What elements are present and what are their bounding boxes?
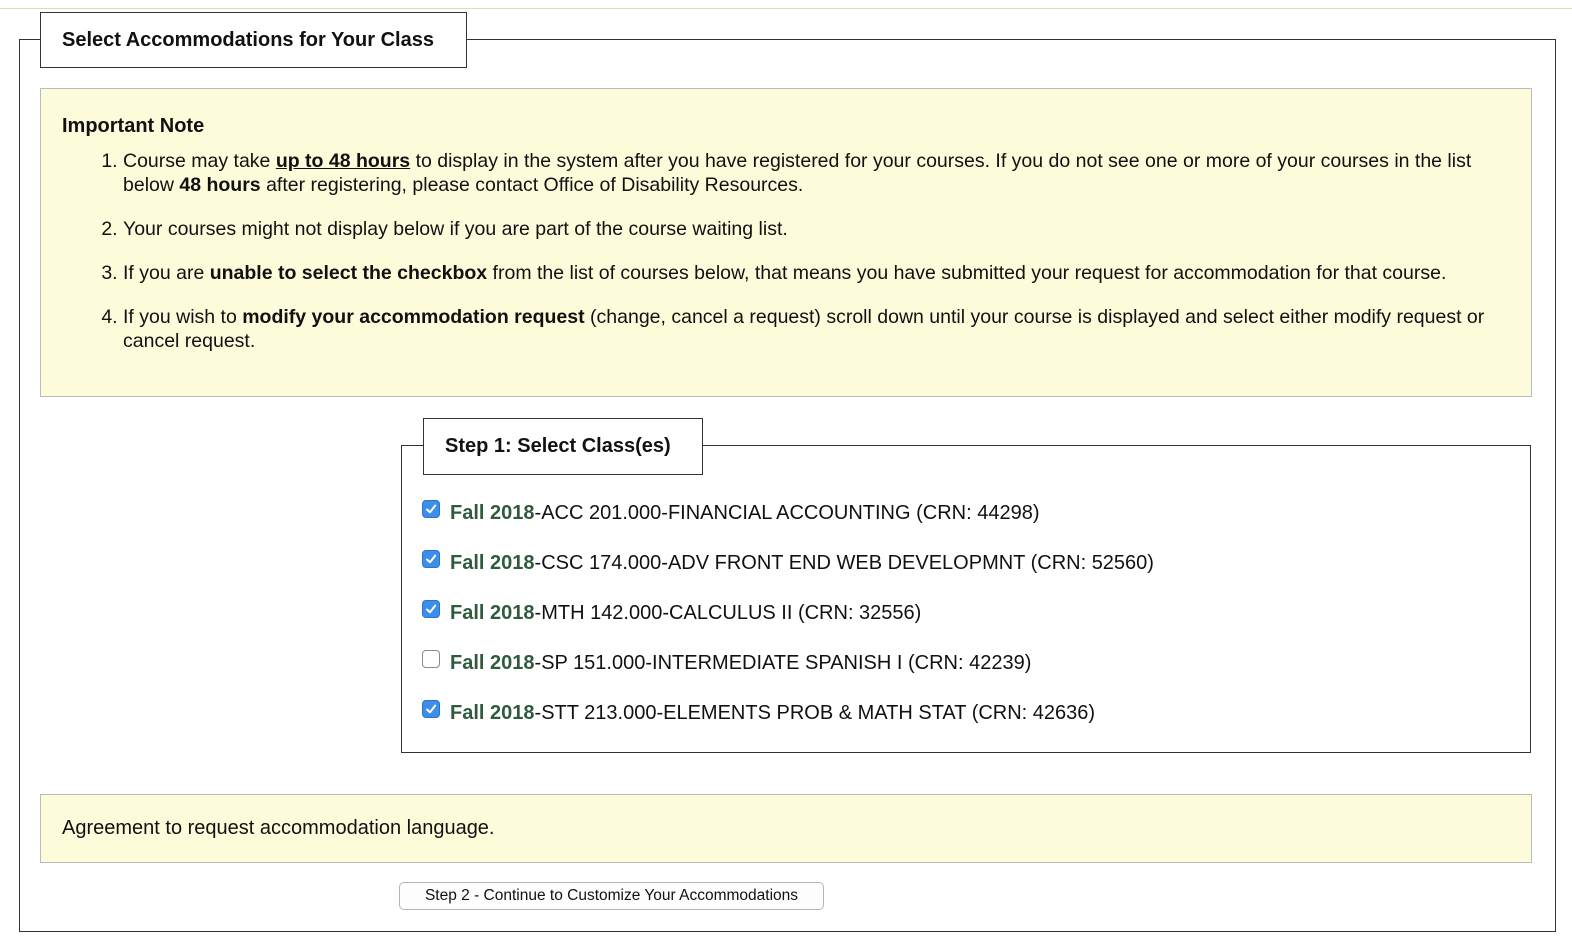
checkmark-icon bbox=[426, 504, 437, 514]
course-separator: - bbox=[661, 501, 668, 524]
section-title: Select Accommodations for Your Class bbox=[40, 12, 467, 68]
note-item-1: Course may take up to 48 hours to displa… bbox=[123, 149, 1512, 197]
course-name: INTERMEDIATE SPANISH I (CRN: 42239) bbox=[652, 651, 1032, 674]
course-checkbox[interactable] bbox=[422, 550, 440, 568]
step1-title: Step 1: Select Class(es) bbox=[423, 418, 703, 475]
note-item-1-emphasis-2: 48 hours bbox=[179, 174, 261, 196]
course-name: ADV FRONT END WEB DEVELOPMNT (CRN: 52560… bbox=[667, 551, 1154, 574]
course-row[interactable]: Fall 2018 - STT 213.000 - ELEMENTS PROB … bbox=[422, 699, 1095, 727]
note-title: Important Note bbox=[62, 115, 205, 137]
course-checkbox[interactable] bbox=[422, 700, 440, 718]
course-separator: - bbox=[645, 651, 653, 674]
course-checkbox[interactable] bbox=[422, 600, 440, 618]
course-checkbox[interactable] bbox=[422, 650, 440, 668]
note-item-1-text-c: after registering, please contact Office… bbox=[260, 174, 804, 196]
note-item-3-emphasis: unable to select the checkbox bbox=[209, 262, 488, 284]
course-term: Fall 2018 bbox=[450, 551, 535, 574]
course-row[interactable]: Fall 2018 - MTH 142.000 - CALCULUS II (C… bbox=[422, 599, 921, 627]
step1-title-text: Step 1: Select Class(es) bbox=[445, 435, 671, 457]
top-divider bbox=[0, 8, 1572, 9]
course-separator: - bbox=[662, 601, 670, 624]
agreement-panel: Agreement to request accommodation langu… bbox=[40, 794, 1532, 863]
course-name: FINANCIAL ACCOUNTING (CRN: 44298) bbox=[667, 501, 1040, 524]
course-code: SP 151.000 bbox=[541, 651, 646, 674]
note-item-4: If you wish to modify your accommodation… bbox=[123, 305, 1512, 353]
note-item-2-text: Your courses might not display below if … bbox=[123, 218, 788, 240]
note-item-2: Your courses might not display below if … bbox=[123, 217, 1512, 241]
continue-step2-button[interactable]: Step 2 - Continue to Customize Your Acco… bbox=[399, 882, 824, 910]
checkmark-icon bbox=[426, 704, 437, 714]
course-separator: - bbox=[656, 701, 664, 724]
course-term: Fall 2018 bbox=[450, 601, 535, 624]
section-title-text: Select Accommodations for Your Class bbox=[62, 28, 434, 51]
course-term: Fall 2018 bbox=[450, 701, 535, 724]
course-separator: - bbox=[534, 701, 542, 724]
important-note-panel: Important Note Course may take up to 48 … bbox=[40, 88, 1532, 397]
note-list: Course may take up to 48 hours to displa… bbox=[62, 149, 1512, 373]
course-separator: - bbox=[534, 551, 542, 574]
course-row[interactable]: Fall 2018 - SP 151.000 - INTERMEDIATE SP… bbox=[422, 649, 1031, 677]
course-code: CSC 174.000 bbox=[541, 551, 662, 574]
course-name: ELEMENTS PROB & MATH STAT (CRN: 42636) bbox=[663, 701, 1096, 724]
course-row[interactable]: Fall 2018 - CSC 174.000 - ADV FRONT END … bbox=[422, 549, 1154, 577]
note-item-3-text-a: If you are bbox=[123, 262, 210, 284]
course-term: Fall 2018 bbox=[450, 651, 535, 674]
checkmark-icon bbox=[426, 554, 437, 564]
course-separator: - bbox=[661, 551, 668, 574]
note-item-1-emphasis: up to 48 hours bbox=[275, 150, 411, 172]
course-checkbox[interactable] bbox=[422, 500, 440, 518]
note-item-3: If you are unable to select the checkbox… bbox=[123, 261, 1512, 285]
course-term: Fall 2018 bbox=[450, 501, 535, 524]
note-item-4-emphasis: modify your accommodation request bbox=[242, 306, 585, 328]
course-code: MTH 142.000 bbox=[541, 601, 663, 624]
course-separator: - bbox=[534, 501, 542, 524]
note-item-3-text-b: from the list of courses below, that mea… bbox=[487, 262, 1447, 284]
course-name: CALCULUS II (CRN: 32556) bbox=[669, 601, 922, 624]
course-separator: - bbox=[534, 651, 542, 674]
note-item-1-text-a: Course may take bbox=[123, 150, 276, 172]
course-row[interactable]: Fall 2018 - ACC 201.000 - FINANCIAL ACCO… bbox=[422, 499, 1040, 527]
course-code: STT 213.000 bbox=[541, 701, 657, 724]
agreement-text: Agreement to request accommodation langu… bbox=[62, 817, 495, 839]
checkmark-icon bbox=[426, 604, 437, 614]
note-item-4-text-a: If you wish to bbox=[123, 306, 243, 328]
course-code: ACC 201.000 bbox=[541, 501, 662, 524]
course-separator: - bbox=[534, 601, 542, 624]
